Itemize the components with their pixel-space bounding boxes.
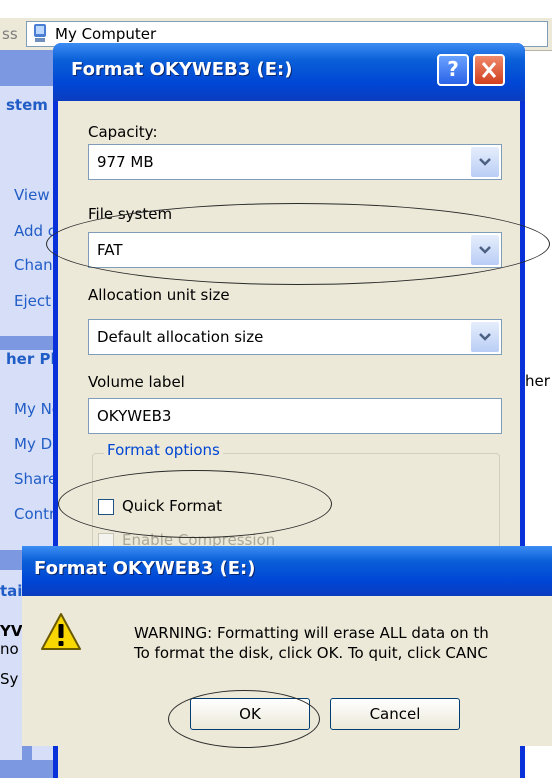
details-line-1: YV: [0, 622, 23, 640]
file-system-value: FAT: [97, 241, 123, 259]
format-dialog-titlebar[interactable]: Format OKYWEB3 (E:) ?: [53, 43, 525, 101]
volume-label-label: Volume label: [88, 373, 185, 391]
warning-dialog-title: Format OKYWEB3 (E:): [34, 558, 256, 579]
details-line-2: no: [0, 640, 19, 658]
close-icon[interactable]: [473, 54, 505, 86]
quick-format-checkbox[interactable]: [98, 499, 114, 515]
chevron-down-icon[interactable]: [471, 147, 499, 177]
warning-message-line2: To format the disk, click OK. To quit, c…: [134, 644, 488, 662]
allocation-unit-value: Default allocation size: [97, 328, 264, 346]
place-link-control[interactable]: Contr: [14, 505, 55, 523]
address-label: ss: [2, 25, 18, 43]
warning-message-line1: WARNING: Formatting will erase ALL data …: [134, 624, 489, 642]
chevron-down-icon[interactable]: [471, 235, 499, 265]
cancel-button[interactable]: Cancel: [330, 698, 460, 730]
chevron-down-icon[interactable]: [471, 322, 499, 352]
task-link-view[interactable]: View: [14, 186, 50, 204]
warning-icon: [41, 613, 81, 650]
task-pane-edge: [22, 746, 32, 778]
place-link-shared[interactable]: Share: [14, 470, 57, 488]
details-header[interactable]: tai: [0, 582, 22, 600]
help-icon[interactable]: ?: [437, 54, 469, 86]
details-line-3: Sy: [0, 670, 19, 688]
background-partial-text: her: [525, 372, 550, 390]
task-link-add[interactable]: Add c: [14, 222, 56, 240]
address-value: My Computer: [55, 25, 157, 43]
task-link-eject[interactable]: Eject: [14, 292, 51, 310]
quick-format-label[interactable]: Quick Format: [122, 497, 222, 515]
file-system-select[interactable]: FAT: [88, 232, 502, 268]
capacity-label: Capacity:: [88, 123, 158, 141]
capacity-select[interactable]: 977 MB: [88, 144, 502, 180]
file-system-label: File system: [88, 205, 173, 223]
allocation-unit-label: Allocation unit size: [88, 286, 230, 304]
capacity-value: 977 MB: [97, 153, 154, 171]
allocation-unit-select[interactable]: Default allocation size: [88, 319, 502, 355]
warning-dialog-titlebar[interactable]: Format OKYWEB3 (E:): [22, 546, 552, 596]
my-computer-icon: [34, 24, 46, 42]
task-link-change[interactable]: Chan: [14, 256, 53, 274]
format-dialog-title: Format OKYWEB3 (E:): [71, 59, 293, 80]
volume-label-input[interactable]: OKYWEB3: [88, 398, 502, 434]
warning-dialog: Format OKYWEB3 (E:) WARNING: Formatting …: [22, 546, 552, 746]
format-options-label: Format options: [104, 441, 223, 459]
ok-button[interactable]: OK: [190, 698, 310, 730]
